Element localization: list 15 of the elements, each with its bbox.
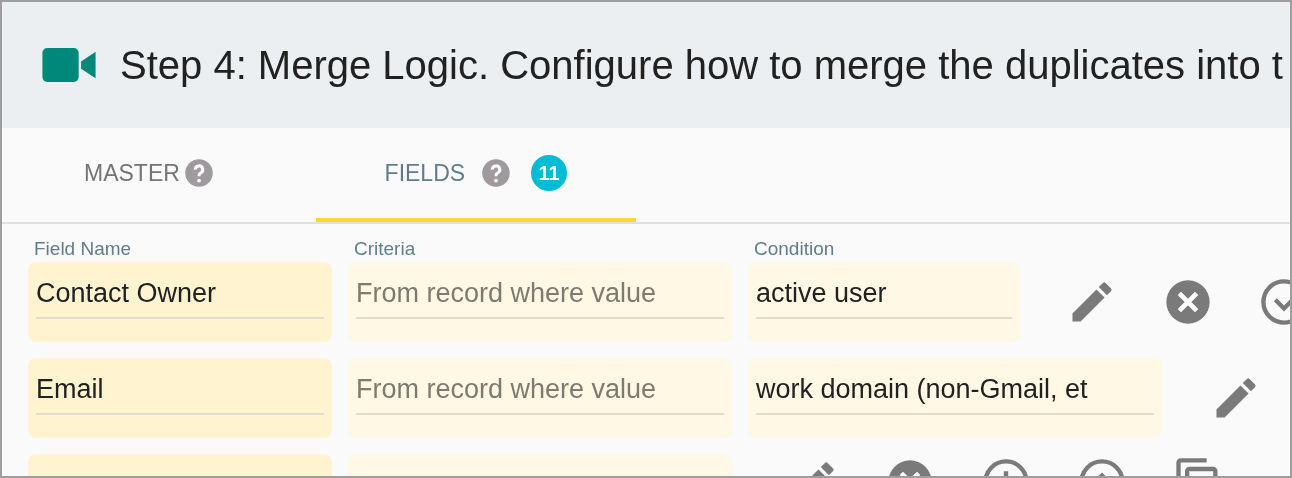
input-field[interactable]: From record where value (348, 358, 732, 438)
input-field[interactable]: Contact Owner (28, 262, 332, 342)
column-header: Condition (753, 238, 836, 260)
tab[interactable]: FIELDS 11 (315, 128, 636, 222)
input-field[interactable]: From record where value (348, 262, 732, 342)
input-field[interactable]: Email (28, 358, 332, 438)
help-icon[interactable] (183, 158, 214, 188)
column-header: Criteria (353, 238, 417, 260)
count-badge: 11 (531, 155, 568, 191)
help-icon[interactable] (481, 158, 512, 188)
column-header: Field Name (33, 238, 133, 260)
input-field[interactable]: work domain (non-Gmail, et (748, 358, 1162, 438)
page-title: Step 4: Merge Logic. Configure how to merge the duplicates into t (120, 42, 1283, 88)
tab[interactable]: MASTER (48, 128, 250, 222)
input-field[interactable]: active user (748, 262, 1020, 342)
